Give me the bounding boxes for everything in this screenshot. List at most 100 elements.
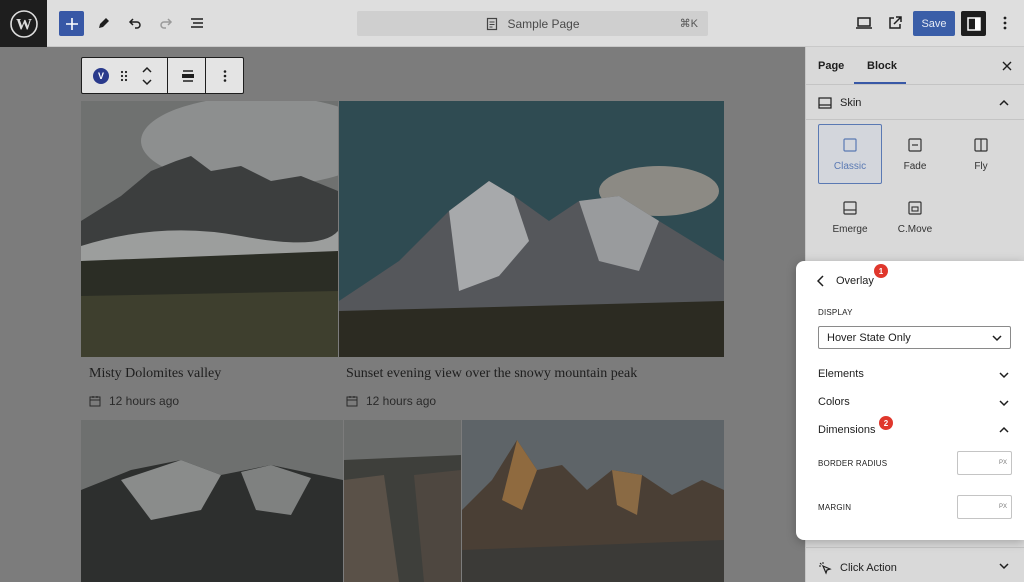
document-overview-button[interactable]: [186, 11, 208, 35]
align-center-icon: [182, 70, 194, 82]
skin-panel-title: Skin: [840, 97, 862, 109]
options-menu-button[interactable]: [995, 11, 1015, 35]
block-type-icon[interactable]: V: [93, 68, 109, 84]
border-radius-label: BORDER RADIUS: [818, 459, 888, 468]
skin-option-label: C.Move: [897, 223, 933, 235]
external-link-icon: [889, 16, 902, 29]
undo-icon: [128, 18, 141, 29]
list-view-icon: [191, 18, 203, 28]
drag-handle[interactable]: [116, 68, 132, 84]
move-up-down-buttons[interactable]: [140, 63, 154, 89]
wordpress-logo-button[interactable]: W: [0, 0, 47, 47]
tools-button[interactable]: [93, 11, 115, 35]
block-options-button[interactable]: [217, 68, 233, 84]
step-badge-2: 2: [879, 416, 893, 430]
divider: [806, 547, 1024, 548]
undo-button[interactable]: [124, 11, 146, 35]
gallery-image-sunset-peak[interactable]: [339, 101, 724, 357]
overlay-settings-panel: Overlay 1 DISPLAY Hover State Only Eleme…: [796, 261, 1024, 540]
skin-option-emerge[interactable]: Emerge: [818, 187, 882, 247]
skin-option-label: Fly: [974, 160, 988, 172]
skin-option-fly[interactable]: Fly: [949, 124, 1013, 184]
post-meta: 12 hours ago: [89, 394, 179, 408]
add-block-button[interactable]: [59, 11, 84, 36]
skin-option-fade[interactable]: Fade: [883, 124, 947, 184]
preview-button[interactable]: [853, 11, 875, 35]
unit-label: PX: [998, 504, 1007, 510]
skin-panel-header[interactable]: Skin: [818, 96, 861, 110]
border-radius-input[interactable]: PX: [957, 451, 1012, 475]
chevron-up-icon: [999, 99, 1009, 106]
mountain-photo: [81, 101, 338, 357]
cursor-click-icon: [819, 562, 832, 575]
colors-section-toggle[interactable]: Colors: [818, 396, 850, 408]
skin-collapse-toggle[interactable]: [996, 95, 1012, 111]
view-page-button[interactable]: [884, 11, 906, 35]
pencil-icon: [99, 18, 109, 28]
toolbar-divider: [205, 58, 206, 93]
click-action-panel-header[interactable]: Click Action: [818, 561, 897, 575]
back-button[interactable]: [814, 273, 828, 289]
sidebar-tabs: Page Block: [806, 47, 1024, 85]
mountain-photo: [81, 420, 343, 582]
chevron-down-icon[interactable]: [999, 372, 1009, 379]
chevron-up-icon[interactable]: [999, 426, 1009, 433]
chevron-down-icon[interactable]: [999, 400, 1009, 407]
toolbar-divider: [167, 58, 168, 93]
gallery-image-canyon[interactable]: [344, 420, 461, 582]
page-icon: [487, 17, 498, 30]
mountain-photo: [462, 420, 724, 582]
block-toolbar: V: [81, 57, 244, 94]
fade-skin-icon: [908, 137, 922, 152]
chevron-up-down-icon: [142, 66, 152, 86]
redo-button[interactable]: [155, 11, 177, 35]
editor-top-bar: W Sample Page ⌘K Save: [0, 0, 1024, 47]
margin-input[interactable]: PX: [957, 495, 1012, 519]
elements-section-toggle[interactable]: Elements: [818, 368, 864, 380]
skin-option-classic[interactable]: Classic: [818, 124, 882, 184]
post-date: 12 hours ago: [366, 394, 437, 408]
post-date: 12 hours ago: [109, 394, 180, 408]
more-vertical-icon: [223, 70, 227, 82]
display-select[interactable]: Hover State Only: [818, 326, 1011, 349]
post-title[interactable]: Misty Dolomites valley: [89, 366, 221, 382]
gallery-image-misty-dolomites[interactable]: [81, 101, 338, 357]
display-label: DISPLAY: [818, 308, 853, 317]
more-vertical-icon: [1003, 16, 1007, 30]
chevron-down-icon: [999, 563, 1009, 570]
tab-block[interactable]: Block: [867, 60, 897, 72]
click-action-title: Click Action: [840, 562, 897, 574]
classic-skin-icon: [843, 137, 857, 152]
tab-page[interactable]: Page: [818, 60, 844, 72]
plus-icon: [65, 17, 78, 30]
skin-option-label: Emerge: [832, 223, 868, 235]
align-button[interactable]: [176, 68, 200, 84]
command-palette-bar[interactable]: Sample Page ⌘K: [357, 11, 708, 36]
gallery-image-rocky-peaks[interactable]: [462, 420, 724, 582]
dimensions-section-toggle[interactable]: Dimensions: [818, 424, 875, 436]
click-action-toggle[interactable]: [996, 558, 1012, 574]
post-meta: 12 hours ago: [346, 394, 436, 408]
calendar-icon: [89, 396, 101, 407]
sidebar-icon: [966, 16, 981, 31]
mountain-photo: [339, 101, 724, 357]
command-shortcut: ⌘K: [679, 18, 698, 30]
skin-icon: [818, 97, 832, 109]
gallery-image-snowy-ridge[interactable]: [81, 420, 343, 582]
document-title: Sample Page: [507, 16, 580, 31]
post-title[interactable]: Sunset evening view over the snowy mount…: [346, 366, 637, 382]
cmove-skin-icon: [908, 200, 922, 215]
desktop-icon: [856, 17, 872, 29]
margin-label: MARGIN: [818, 503, 852, 512]
skin-option-cmove[interactable]: C.Move: [883, 187, 947, 247]
chevron-down-icon: [992, 335, 1002, 342]
chevron-left-icon: [817, 275, 824, 287]
save-button[interactable]: Save: [913, 11, 955, 36]
display-selected-value: Hover State Only: [827, 331, 911, 344]
wordpress-icon: W: [9, 9, 38, 38]
calendar-icon: [346, 396, 358, 407]
close-sidebar-button[interactable]: [999, 58, 1015, 74]
unit-label: PX: [998, 460, 1007, 466]
settings-toggle-button[interactable]: [961, 11, 986, 36]
redo-icon: [160, 18, 173, 29]
